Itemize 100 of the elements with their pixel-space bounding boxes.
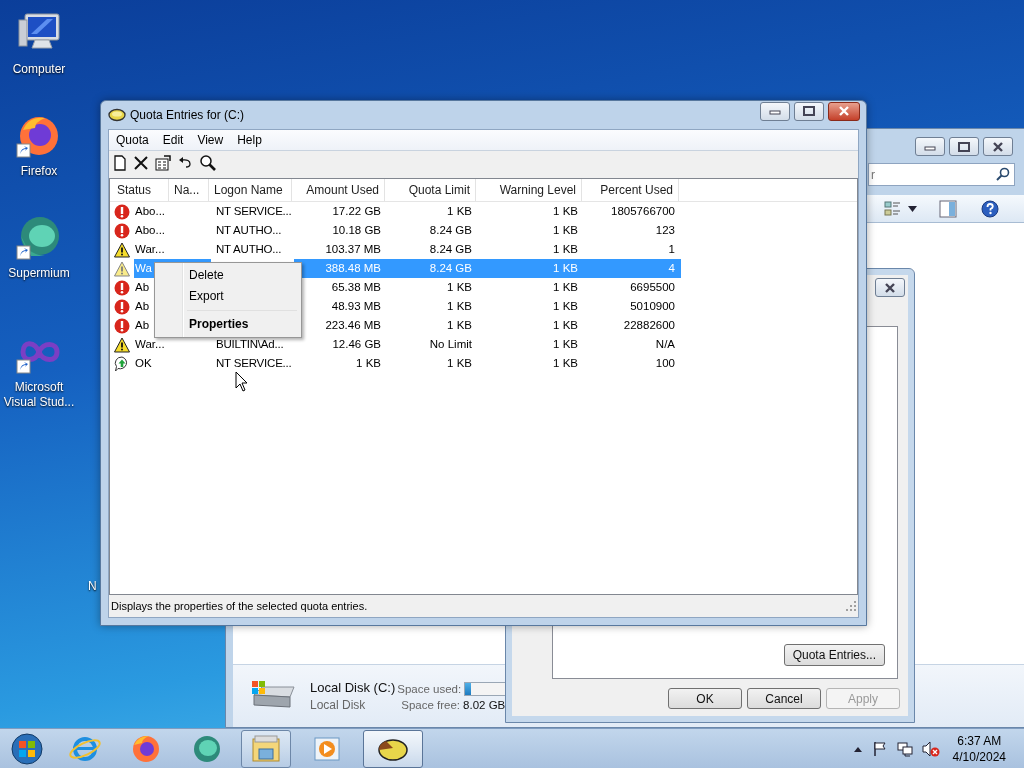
column-header[interactable]: Amount Used [292, 179, 385, 201]
table-cell[interactable]: 17.22 GB [294, 202, 387, 221]
table-cell[interactable]: 12.46 GB [294, 335, 387, 354]
table-cell[interactable]: NT SERVICE... [211, 354, 294, 373]
drive-name: Local Disk (C:) [310, 680, 396, 695]
table-cell[interactable]: 1 KB [478, 316, 584, 335]
table-cell[interactable]: 1 [584, 240, 681, 259]
volume-muted-icon[interactable] [921, 740, 940, 757]
table-cell[interactable]: 1 KB [478, 221, 584, 240]
menu-item[interactable]: Export [157, 286, 299, 307]
resize-grip-icon[interactable] [846, 601, 856, 611]
column-header[interactable]: Logon Name [209, 179, 292, 201]
space-free-value: 8.02 GB [463, 698, 506, 711]
menu-item[interactable]: Quota [116, 133, 149, 147]
column-header[interactable]: Status [112, 179, 169, 201]
table-cell[interactable]: BUILTIN\Ad... [211, 335, 294, 354]
flag-icon[interactable] [871, 740, 888, 757]
quota-entries-button[interactable]: Quota Entries... [783, 644, 885, 666]
table-cell[interactable]: 1 KB [478, 240, 584, 259]
desktop-icon-label[interactable]: Supermium [1, 266, 77, 281]
table-cell[interactable]: 1 KB [387, 202, 478, 221]
table-cell[interactable]: 1 KB [478, 278, 584, 297]
desktop-icon-label[interactable]: N [88, 579, 97, 593]
close-icon [884, 282, 896, 293]
error-icon [114, 203, 130, 220]
table-cell[interactable]: 8.24 GB [387, 221, 478, 240]
table-cell[interactable]: 1 KB [387, 278, 478, 297]
column-header[interactable]: Percent Used [582, 179, 679, 201]
table-cell[interactable]: 6695500 [584, 278, 681, 297]
drive-type: Local Disk [310, 698, 367, 712]
close-button[interactable] [875, 278, 905, 297]
error-icon [114, 222, 130, 239]
table-cell[interactable]: N/A [584, 335, 681, 354]
minimize-button[interactable] [760, 101, 790, 121]
table-cell[interactable]: 1 KB [387, 354, 478, 373]
column-header[interactable]: Na... [169, 179, 209, 201]
mouse-cursor-icon [235, 371, 249, 393]
column-header[interactable]: Quota Limit [385, 179, 476, 201]
table-cell[interactable]: War... [134, 240, 171, 259]
warning-icon [114, 260, 130, 277]
table-cell[interactable]: NT SERVICE... [211, 202, 294, 221]
search-field[interactable]: r [868, 163, 1015, 186]
table-cell[interactable]: 10.18 GB [294, 221, 387, 240]
dialog-button[interactable]: OK [668, 688, 742, 709]
table-cell[interactable]: NT AUTHO... [211, 240, 294, 259]
table-cell[interactable]: 1 KB [387, 316, 478, 335]
folder-icon [249, 732, 283, 765]
minimize-button[interactable] [915, 137, 945, 156]
menu-item[interactable]: Edit [162, 133, 184, 147]
caret-icon[interactable] [908, 205, 917, 212]
table-cell[interactable]: 22882600 [584, 316, 681, 335]
taskbar-button[interactable] [363, 729, 423, 768]
search-icon[interactable] [199, 154, 217, 172]
desktop-icon-label[interactable]: Firefox [1, 164, 77, 179]
ok-icon [114, 355, 130, 372]
table-cell[interactable]: War... [134, 335, 171, 354]
desktop-icon-label[interactable]: Microsoft Visual Stud... [1, 380, 77, 410]
close-button[interactable] [983, 137, 1013, 156]
table-cell[interactable]: 1 KB [294, 354, 387, 373]
menu-item[interactable]: View [197, 133, 224, 147]
table-cell[interactable]: 1 KB [478, 354, 584, 373]
new-page-icon[interactable] [113, 155, 127, 171]
table-cell[interactable]: 1 KB [478, 297, 584, 316]
table-cell[interactable]: No Limit [387, 335, 478, 354]
desktop-icon-label[interactable]: Computer [1, 62, 77, 77]
table-cell[interactable]: 1805766700 [584, 202, 681, 221]
error-icon [114, 317, 130, 334]
table-cell[interactable]: 8.24 GB [387, 240, 478, 259]
table-cell[interactable]: 1 KB [387, 297, 478, 316]
network-icon[interactable] [896, 740, 913, 757]
warning-icon [114, 336, 130, 353]
view-icon[interactable] [884, 199, 902, 218]
column-header[interactable]: Warning Level [476, 179, 582, 201]
table-cell[interactable]: 1 KB [478, 335, 584, 354]
close-button[interactable] [828, 101, 860, 121]
table-cell[interactable]: Abo... [134, 202, 171, 221]
maximize-button[interactable] [949, 137, 979, 156]
table-cell[interactable]: Abo... [134, 221, 171, 240]
table-cell[interactable]: 103.37 MB [294, 240, 387, 259]
error-icon [114, 298, 130, 315]
table-cell[interactable]: 123 [584, 221, 681, 240]
table-cell[interactable]: 100 [584, 354, 681, 373]
minimize-icon [769, 107, 781, 115]
search-icon[interactable] [996, 167, 1010, 181]
space-used-label: Space used: [397, 682, 462, 695]
maximize-button[interactable] [794, 101, 824, 121]
clock-date: 4/10/2024 [952, 748, 1006, 765]
table-cell[interactable]: 1 KB [478, 202, 584, 221]
clock-time: 6:37 AM [957, 732, 1002, 749]
menu-item[interactable]: Properties [157, 314, 299, 335]
table-cell[interactable]: NT AUTHO... [211, 221, 294, 240]
menu-item[interactable]: Help [237, 133, 262, 147]
dialog-button[interactable]: Cancel [747, 688, 821, 709]
properties-icon[interactable] [155, 155, 171, 171]
delete-icon[interactable] [134, 156, 148, 170]
table-cell[interactable]: OK [134, 354, 171, 373]
clock[interactable]: 6:37 AM 4/10/2024 [952, 732, 1006, 765]
table-cell[interactable]: 5010900 [584, 297, 681, 316]
help-icon[interactable] [981, 199, 999, 218]
undo-icon[interactable] [178, 157, 192, 169]
